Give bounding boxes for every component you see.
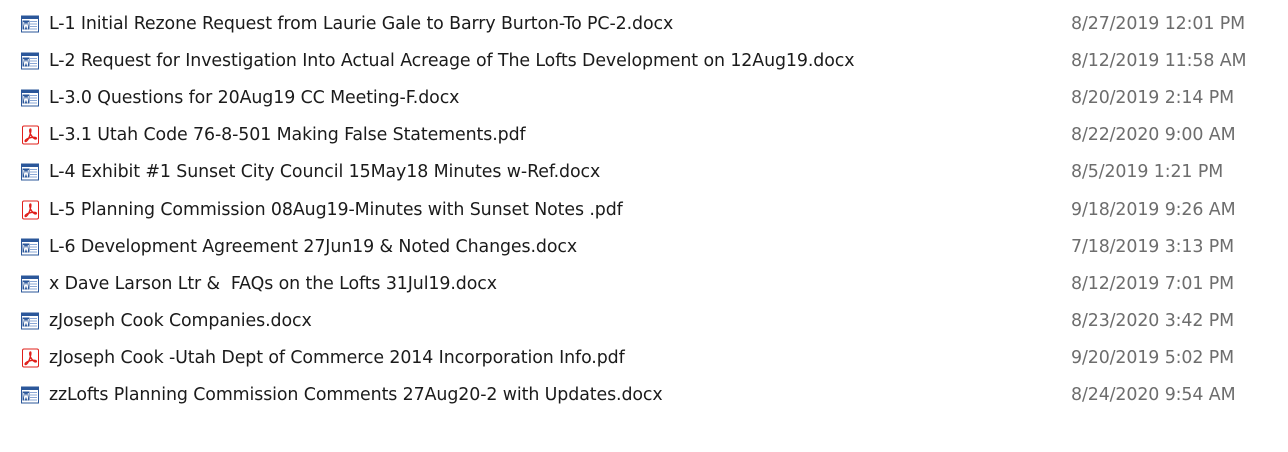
file-date-modified: 8/5/2019 1:21 PM <box>1071 162 1224 183</box>
file-name: L-3.0 Questions for 20Aug19 CC Meeting-F… <box>49 87 460 108</box>
file-row[interactable]: zzLofts Planning Commission Comments 27A… <box>0 377 1288 414</box>
file-date-modified: 7/18/2019 3:13 PM <box>1071 236 1235 257</box>
word-doc-icon <box>21 14 40 33</box>
word-doc-icon <box>21 163 40 182</box>
file-name: L-3.1 Utah Code 76-8-501 Making False St… <box>49 125 526 146</box>
file-row[interactable]: x Dave Larson Ltr & FAQs on the Lofts 31… <box>0 265 1288 302</box>
file-row[interactable]: zJoseph Cook Companies.docx 8/23/2020 3:… <box>0 303 1288 340</box>
file-date-modified: 8/12/2019 7:01 PM <box>1071 273 1235 294</box>
file-name: L-6 Development Agreement 27Jun19 & Note… <box>49 236 578 257</box>
word-doc-icon <box>21 312 40 331</box>
file-name: zzLofts Planning Commission Comments 27A… <box>49 385 663 406</box>
pdf-icon <box>21 348 40 368</box>
word-doc-icon <box>21 386 40 405</box>
file-date-modified: 8/22/2020 9:00 AM <box>1071 125 1236 146</box>
file-row[interactable]: L-6 Development Agreement 27Jun19 & Note… <box>0 228 1288 265</box>
file-row[interactable]: L-1 Initial Rezone Request from Laurie G… <box>0 5 1288 42</box>
file-date-modified: 9/18/2019 9:26 AM <box>1071 199 1236 220</box>
file-row[interactable]: L-4 Exhibit #1 Sunset City Council 15May… <box>0 154 1288 191</box>
file-row[interactable]: zJoseph Cook -Utah Dept of Commerce 2014… <box>0 340 1288 377</box>
file-name: L-4 Exhibit #1 Sunset City Council 15May… <box>49 162 601 183</box>
file-name: L-5 Planning Commission 08Aug19-Minutes … <box>49 199 623 220</box>
file-name: zJoseph Cook -Utah Dept of Commerce 2014… <box>49 348 625 369</box>
file-list: L-1 Initial Rezone Request from Laurie G… <box>0 0 1288 452</box>
word-doc-icon <box>21 51 40 70</box>
file-date-modified: 8/12/2019 11:58 AM <box>1071 50 1247 71</box>
file-date-modified: 9/20/2019 5:02 PM <box>1071 348 1235 369</box>
file-name: zJoseph Cook Companies.docx <box>49 311 312 332</box>
word-doc-icon <box>21 237 40 256</box>
word-doc-icon <box>21 88 40 107</box>
pdf-icon <box>21 200 40 220</box>
word-doc-icon <box>21 274 40 293</box>
file-row[interactable]: L-5 Planning Commission 08Aug19-Minutes … <box>0 191 1288 228</box>
file-row[interactable]: L-3.0 Questions for 20Aug19 CC Meeting-F… <box>0 79 1288 116</box>
file-name: L-1 Initial Rezone Request from Laurie G… <box>49 13 674 34</box>
file-name: x Dave Larson Ltr & FAQs on the Lofts 31… <box>49 273 497 294</box>
file-date-modified: 8/23/2020 3:42 PM <box>1071 311 1235 332</box>
file-row[interactable]: L-3.1 Utah Code 76-8-501 Making False St… <box>0 117 1288 154</box>
file-date-modified: 8/24/2020 9:54 AM <box>1071 385 1236 406</box>
file-date-modified: 8/20/2019 2:14 PM <box>1071 87 1235 108</box>
file-row[interactable]: L-2 Request for Investigation Into Actua… <box>0 42 1288 79</box>
file-date-modified: 8/27/2019 12:01 PM <box>1071 13 1246 34</box>
file-name: L-2 Request for Investigation Into Actua… <box>49 50 855 71</box>
pdf-icon <box>21 125 40 145</box>
